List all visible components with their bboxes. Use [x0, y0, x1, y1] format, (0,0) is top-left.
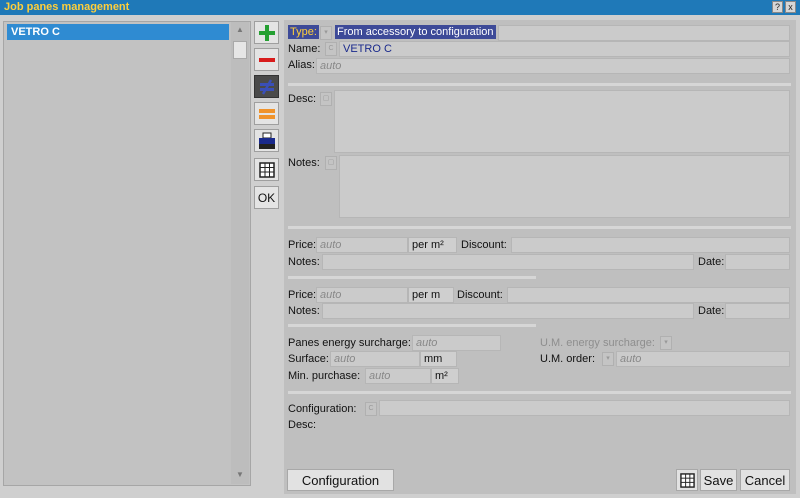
- table-icon: [679, 472, 695, 488]
- notes-label: Notes:: [288, 157, 320, 169]
- equal-icon: [258, 108, 275, 119]
- remove-button[interactable]: [254, 48, 279, 71]
- separator: [288, 391, 791, 394]
- type-dropdown-icon[interactable]: ▾: [320, 26, 332, 40]
- help-button[interactable]: ?: [772, 1, 783, 13]
- date-field[interactable]: [725, 254, 790, 270]
- close-button[interactable]: x: [785, 1, 796, 13]
- desc-label: Desc:: [288, 93, 317, 105]
- scroll-thumb[interactable]: [233, 41, 247, 59]
- notes-lang-icon[interactable]: ▢: [325, 156, 337, 170]
- surface-field[interactable]: auto: [330, 351, 420, 367]
- min-purchase-field[interactable]: auto: [365, 368, 431, 384]
- configuration-field[interactable]: [379, 400, 790, 416]
- desc-textarea[interactable]: [334, 90, 790, 153]
- not-equal-icon: [259, 78, 274, 95]
- price-unit: per m: [408, 287, 454, 303]
- list-item[interactable]: VETRO C: [7, 24, 229, 40]
- um-energy-label: U.M. energy surcharge:: [540, 337, 655, 349]
- price-field[interactable]: auto: [316, 287, 408, 303]
- cancel-button[interactable]: Cancel: [740, 469, 790, 491]
- minus-icon: [258, 57, 275, 62]
- alias-label: Alias:: [288, 59, 315, 71]
- compare-button[interactable]: [254, 75, 279, 98]
- separator: [288, 226, 791, 229]
- discount-field[interactable]: [507, 287, 790, 303]
- separator: [288, 324, 536, 327]
- scroll-up-arrow[interactable]: ▲: [233, 23, 247, 37]
- price-label: Price:: [288, 289, 317, 301]
- price-notes-label: Notes:: [288, 305, 320, 317]
- type-field-rest[interactable]: [498, 25, 790, 41]
- discount-label: Discount:: [457, 289, 503, 301]
- um-order-field[interactable]: auto: [616, 351, 790, 367]
- date-field[interactable]: [725, 303, 790, 319]
- price-notes-label: Notes:: [288, 256, 320, 268]
- panes-list[interactable]: [3, 21, 251, 486]
- surface-unit: mm: [420, 351, 457, 367]
- um-order-dropdown-icon[interactable]: ▾: [602, 352, 614, 366]
- date-label: Date:: [698, 305, 725, 317]
- scroll-down-arrow[interactable]: ▼: [233, 468, 247, 482]
- name-field[interactable]: VETRO C: [339, 41, 790, 57]
- configuration-code-icon[interactable]: C: [365, 402, 377, 416]
- price-field[interactable]: auto: [316, 237, 408, 253]
- type-value[interactable]: From accessory to configuration: [335, 25, 496, 39]
- ok-button[interactable]: OK: [254, 186, 279, 209]
- discount-field[interactable]: [511, 237, 790, 253]
- date-label: Date:: [698, 256, 725, 268]
- surface-label: Surface:: [288, 353, 329, 365]
- type-label: Type:: [288, 25, 319, 39]
- price-unit: per m²: [408, 237, 457, 253]
- table-button[interactable]: [254, 158, 279, 181]
- list-scrollbar[interactable]: [231, 22, 249, 484]
- duplicate-button[interactable]: [254, 102, 279, 125]
- configuration-button[interactable]: Configuration: [287, 469, 394, 491]
- configuration-label: Configuration:: [288, 403, 357, 415]
- save-button[interactable]: Save: [700, 469, 737, 491]
- um-order-label: U.M. order:: [540, 353, 596, 365]
- print-button[interactable]: [254, 129, 279, 152]
- um-energy-dropdown-icon[interactable]: ▾: [660, 336, 672, 350]
- add-button[interactable]: [254, 21, 279, 44]
- name-code-icon: C: [325, 42, 337, 56]
- price-notes-field[interactable]: [322, 254, 694, 270]
- name-label: Name:: [288, 43, 321, 55]
- grid-button[interactable]: [676, 469, 698, 491]
- window-title: Job panes management: [4, 1, 130, 13]
- min-purchase-label: Min. purchase:: [288, 370, 361, 382]
- discount-label: Discount:: [461, 239, 507, 251]
- min-purchase-unit: m²: [431, 368, 459, 384]
- plus-icon: [258, 24, 275, 41]
- alias-field[interactable]: auto: [316, 58, 790, 74]
- price-label: Price:: [288, 239, 317, 251]
- separator: [288, 276, 536, 279]
- price-notes-field[interactable]: [322, 303, 694, 319]
- desc-lang-icon[interactable]: ▢: [320, 92, 332, 106]
- energy-surcharge-field[interactable]: auto: [412, 335, 501, 351]
- printer-icon: [258, 132, 275, 149]
- config-desc-label: Desc:: [288, 419, 317, 431]
- notes-textarea[interactable]: [339, 155, 790, 218]
- separator: [288, 83, 791, 86]
- energy-surcharge-label: Panes energy surcharge:: [288, 337, 411, 349]
- table-icon: [258, 161, 275, 178]
